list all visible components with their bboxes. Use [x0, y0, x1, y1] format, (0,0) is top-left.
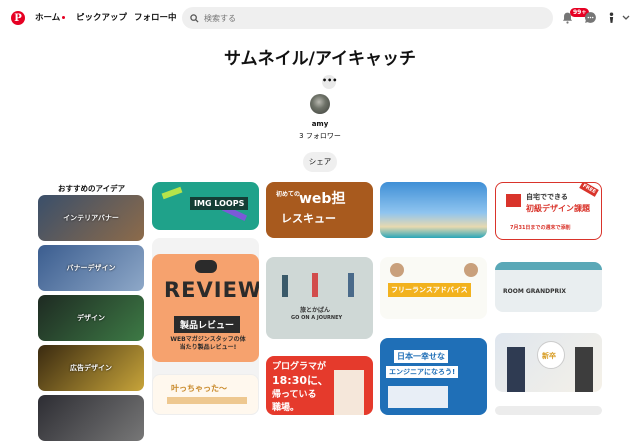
- followers-count[interactable]: 3 フォロワー: [0, 131, 640, 141]
- pin-text: 日本一幸せな: [394, 350, 448, 363]
- pin-text: フリーランスアドバイス: [388, 283, 471, 297]
- pin-placeholder[interactable]: [495, 406, 602, 415]
- idea-card[interactable]: デザイン: [38, 295, 144, 341]
- pin-text: エンジニアになろう!: [386, 366, 459, 378]
- pin-text: 初めての: [276, 191, 301, 198]
- pin-card[interactable]: プログラマが 18:30に、 帰っている 職場。: [266, 356, 373, 415]
- pin-title: 旅とかばん: [300, 307, 331, 314]
- photo-overlay: [334, 370, 364, 415]
- laptop-icon: [506, 194, 521, 207]
- illustration-figure: [348, 273, 354, 297]
- decor-shape: [495, 262, 602, 270]
- pinterest-logo-icon[interactable]: P: [11, 11, 25, 25]
- idea-label: デザイン: [77, 314, 105, 322]
- pin-card[interactable]: フリーランスアドバイス: [380, 257, 487, 319]
- pin-card[interactable]: IMG LOOPS: [152, 182, 259, 230]
- more-options-button[interactable]: •••: [322, 75, 337, 89]
- share-button[interactable]: シェア: [303, 152, 337, 172]
- pin-text: 職場。: [272, 403, 300, 413]
- pin-card[interactable]: REVIEW 製品レビュー WEBマガジンスタッフの体当たり製品レビュー!: [152, 254, 259, 362]
- top-bar: P ホーム ピックアップ フォロー中 99+: [0, 0, 640, 36]
- illustration-figure: [282, 275, 288, 297]
- nav-pickup[interactable]: ピックアップ: [76, 11, 127, 23]
- idea-label: 広告デザイン: [70, 364, 112, 372]
- idea-card[interactable]: [38, 395, 144, 441]
- speech-bubble-icon: [195, 260, 217, 273]
- chevron-down-icon[interactable]: [622, 11, 630, 24]
- idea-card[interactable]: 広告デザイン: [38, 345, 144, 391]
- pin-card[interactable]: 叶っちゃった〜: [152, 374, 259, 415]
- pin-card[interactable]: ROOM GRANDPRIX: [495, 262, 602, 312]
- pin-title: REVIEW: [164, 278, 259, 302]
- owner-avatar[interactable]: [310, 94, 330, 114]
- nav-home[interactable]: ホーム: [35, 11, 66, 23]
- pin-text: 製品レビュー: [174, 316, 241, 333]
- board-title: サムネイル/アイキャッチ: [223, 49, 417, 69]
- idea-card[interactable]: インテリアバナー: [38, 195, 144, 241]
- pin-text: 新卒: [542, 352, 556, 360]
- pin-text: web担: [299, 191, 346, 207]
- person-avatar: [390, 263, 404, 277]
- decor-shape: [167, 397, 247, 404]
- search-input[interactable]: [204, 13, 524, 23]
- pin-text: 7月31日までの週末で添削: [510, 225, 571, 231]
- illustration-figure: [312, 273, 318, 297]
- pin-text: 初級デザイン課題: [526, 204, 590, 213]
- pin-text: 叶っちゃった〜: [171, 384, 227, 393]
- person-avatar: [464, 263, 478, 277]
- pin-text: IMG LOOPS: [190, 197, 249, 210]
- pin-card[interactable]: 初めての web担 レスキュー: [266, 182, 373, 238]
- idea-label: インテリアバナー: [63, 214, 119, 222]
- pin-text: GO ON A JOURNEY: [291, 315, 343, 321]
- messages-icon[interactable]: [584, 11, 597, 24]
- idea-label: バナーデザイン: [66, 264, 116, 272]
- pin-text: レスキュー: [281, 212, 336, 225]
- ideas-list: インテリアバナー バナーデザイン デザイン 広告デザイン: [38, 195, 144, 445]
- pin-text: ROOM GRANDPRIX: [503, 288, 566, 295]
- feature-list: [388, 386, 448, 408]
- person-photo: [507, 347, 525, 392]
- pin-image-beach[interactable]: [380, 182, 487, 238]
- search-bar[interactable]: [182, 7, 553, 29]
- pin-text: 自宅でできる: [526, 193, 568, 201]
- free-badge: FREE: [579, 183, 599, 197]
- pin-card[interactable]: 新卒: [495, 333, 602, 392]
- unread-dot-icon: [62, 16, 66, 19]
- pin-text: 帰っている: [272, 390, 317, 400]
- nav-following[interactable]: フォロー中: [134, 11, 177, 23]
- ideas-heading: おすすめのアイデア: [58, 184, 126, 193]
- pin-card[interactable]: 旅とかばん GO ON A JOURNEY: [266, 257, 373, 339]
- nav-home-label: ホーム: [35, 13, 61, 23]
- owner-name[interactable]: amy: [0, 120, 640, 128]
- pin-text: WEBマガジンスタッフの体当たり製品レビュー!: [170, 336, 246, 351]
- idea-card[interactable]: バナーデザイン: [38, 245, 144, 291]
- pin-card[interactable]: 自宅でできる 初級デザイン課題 7月31日までの週末で添削 FREE: [495, 182, 602, 240]
- pin-text: プログラマが: [272, 362, 327, 372]
- pin-card[interactable]: 日本一幸せな エンジニアになろう!: [380, 338, 487, 415]
- person-photo: [575, 347, 593, 392]
- profile-avatar-icon[interactable]: [605, 11, 618, 24]
- decor-shape: [161, 186, 183, 200]
- search-icon: [190, 13, 199, 23]
- pin-text: 18:30に、: [272, 374, 329, 387]
